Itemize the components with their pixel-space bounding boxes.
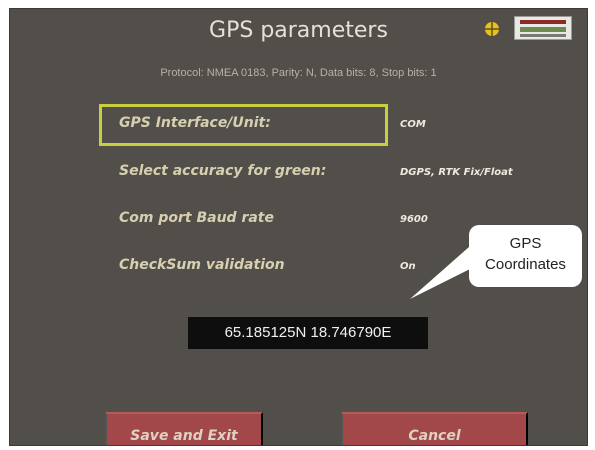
callout-line-2: Coordinates (485, 256, 566, 273)
protocol-info: Protocol: NMEA 0183, Parity: N, Data bit… (160, 67, 437, 79)
param-value-accuracy[interactable]: DGPS, RTK Fix/Float (400, 167, 513, 178)
gps-coordinates-callout: GPS Coordinates (469, 225, 582, 287)
save-and-exit-button[interactable]: Save and Exit (105, 412, 263, 445)
gps-coordinates-display: 65.185125N 18.746790E (188, 317, 428, 349)
param-label-interface[interactable]: GPS Interface/Unit: (119, 115, 271, 131)
callout-line-1: GPS (509, 235, 542, 252)
param-value-interface[interactable]: COM (400, 119, 426, 130)
param-label-accuracy[interactable]: Select accuracy for green: (119, 163, 326, 179)
param-label-baud-rate[interactable]: Com port Baud rate (119, 210, 274, 226)
param-label-checksum[interactable]: CheckSum validation (119, 257, 285, 273)
page-title: GPS parameters (209, 18, 388, 43)
signal-status-icon (514, 16, 572, 40)
cancel-button[interactable]: Cancel (341, 412, 528, 445)
param-value-baud-rate[interactable]: 9600 (400, 214, 428, 225)
gps-crosshair-icon (484, 21, 500, 37)
